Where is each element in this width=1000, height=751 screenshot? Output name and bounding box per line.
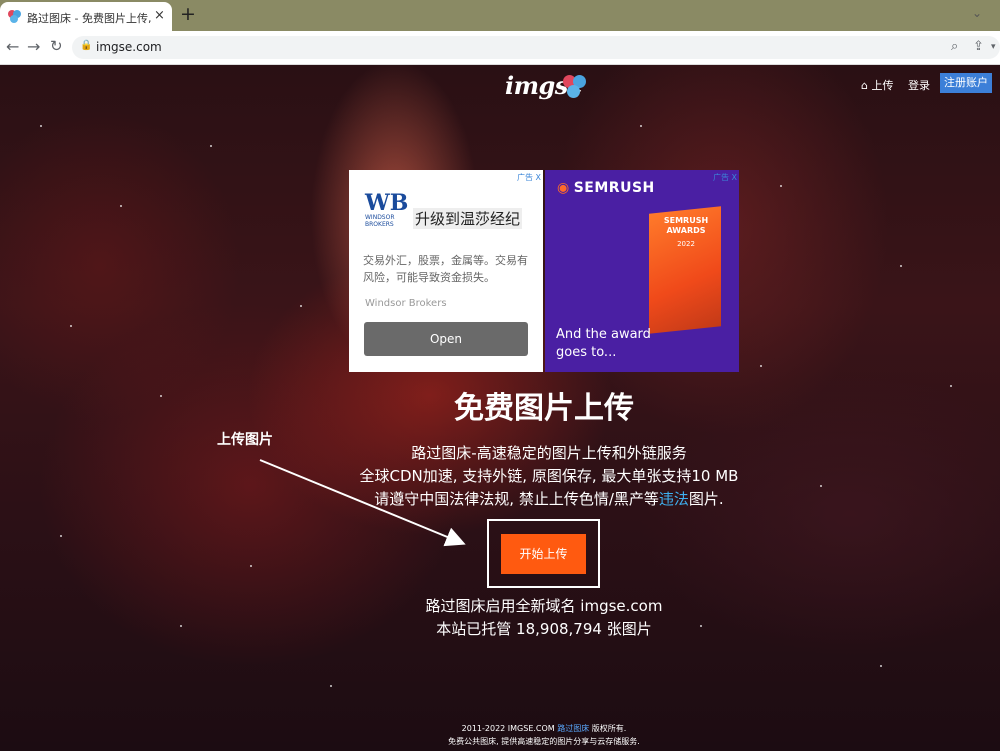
tab-close-icon[interactable]: × <box>154 8 165 23</box>
tab-title: 路过图床 - 免费图片上传, 专业图 <box>27 12 152 25</box>
new-tab-icon[interactable]: + <box>180 3 196 25</box>
domain-notice: 路过图床启用全新域名 imgse.com <box>425 597 663 615</box>
footer-copyright-text: 2011-2022 IMGSE.COM <box>461 724 558 733</box>
browser-tab[interactable]: 路过图床 - 免费图片上传, 专业图 × <box>0 2 172 31</box>
browser-toolbar: ← → ↻ 🔒 imgse.com ⌕ ⇪ ▾ <box>0 31 1000 65</box>
forward-icon[interactable]: → <box>27 37 40 56</box>
footer-rights-text: 版权所有. <box>589 724 627 733</box>
hosted-count: 本站已托管 18,908,794 张图片 <box>436 620 652 638</box>
tab-menu-icon[interactable]: ⌄ <box>972 6 982 20</box>
reload-icon[interactable]: ↻ <box>50 37 63 55</box>
annotation-arrow-icon <box>259 459 466 547</box>
address-bar[interactable]: 🔒 imgse.com ⌕ ⇪ ▾ <box>72 36 1000 59</box>
lock-icon: 🔒 <box>80 40 93 51</box>
page-background: imgse ⌂ 上传 登录 注册账户 广告 X WB WINDSOR BROKE… <box>0 65 1000 751</box>
footer-site-link[interactable]: 路过图床 <box>557 724 589 733</box>
browser-tabstrip: 路过图床 - 免费图片上传, 专业图 × + ⌄ <box>0 0 1000 31</box>
more-icon[interactable]: ▾ <box>991 42 996 52</box>
back-icon[interactable]: ← <box>6 37 19 56</box>
start-upload-button[interactable]: 开始上传 <box>501 534 586 574</box>
share-icon[interactable]: ⇪ <box>973 39 984 54</box>
url-text[interactable]: imgse.com <box>96 40 162 54</box>
footer-tagline: 免费公共图床, 提供高速稳定的图片分享与云存储服务. <box>448 737 640 746</box>
favicon-icon <box>8 10 21 23</box>
zoom-icon[interactable]: ⌕ <box>951 39 958 54</box>
footer-copyright: 2011-2022 IMGSE.COM 路过图床 版权所有. <box>0 723 1000 734</box>
